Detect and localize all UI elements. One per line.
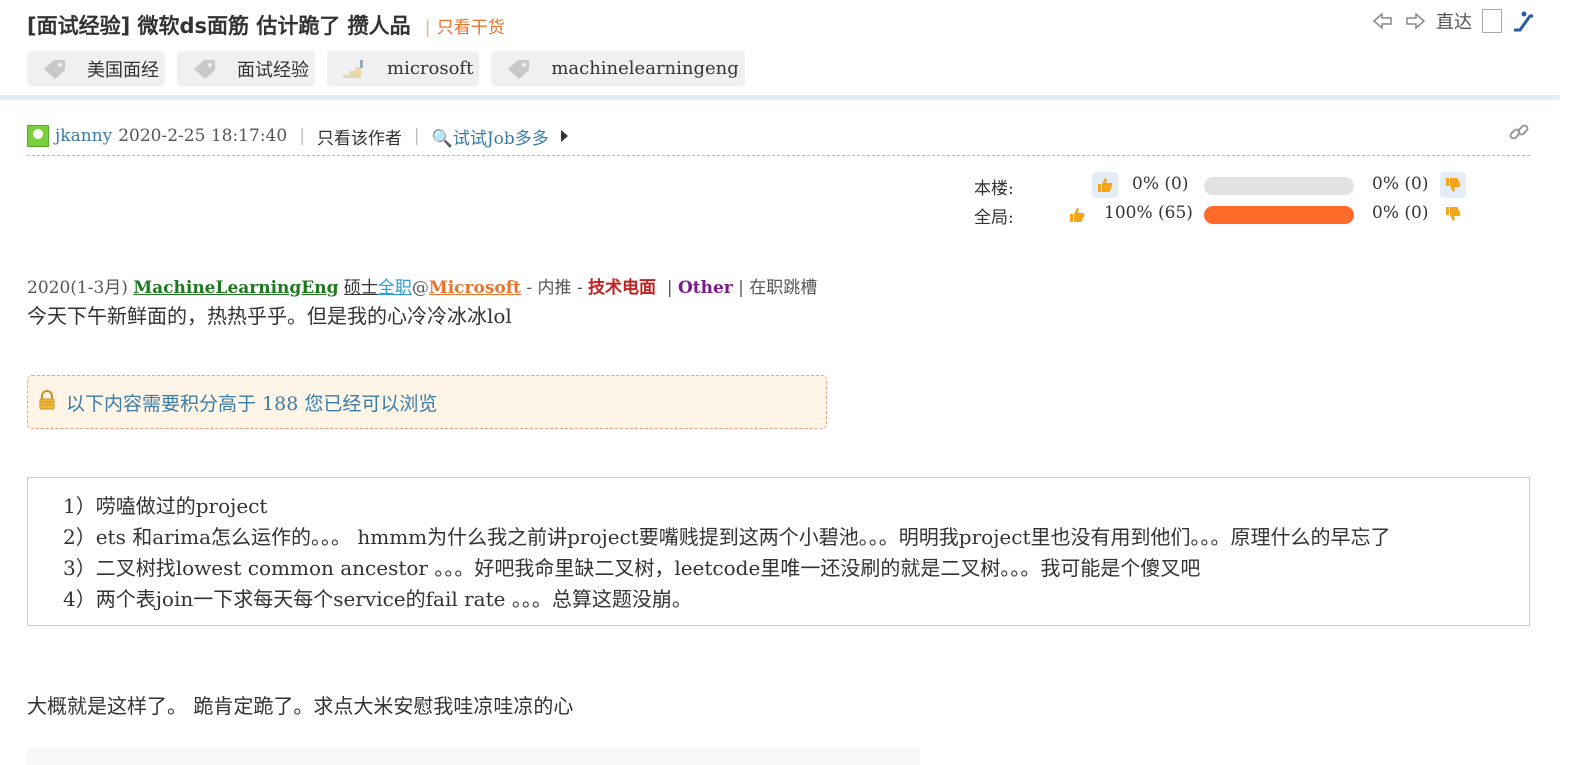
thread-nav: 直达 (1372, 8, 1534, 34)
tag-item[interactable]: 美国面经 (27, 51, 165, 86)
vote-ratio-fill (1204, 206, 1354, 224)
meta-category-link[interactable]: MachineLearningEng (133, 278, 338, 298)
tag-icon (41, 57, 69, 81)
vote-up-count: 100% (65) (1104, 203, 1193, 223)
prev-thread-arrow-icon[interactable] (1372, 10, 1394, 32)
thread-title-row: [面试经验] 微软ds面筋 估计跪了 攒人品 | 只看干货 (27, 10, 505, 40)
interview-questions-box: 1）唠嗑做过的project 2）ets 和arima怎么运作的。。。 hmmm… (27, 477, 1530, 626)
thread-title: [面试经验] 微软ds面筋 估计跪了 攒人品 (27, 14, 411, 38)
expand-triangle-icon[interactable] (560, 130, 568, 142)
author-name-link[interactable]: jkanny (55, 126, 112, 146)
thumbs-down-icon[interactable] (1440, 201, 1466, 227)
meta-referral: - 内推 - (526, 278, 583, 298)
bottom-panel (27, 748, 920, 765)
thumbs-up-icon[interactable] (1064, 202, 1090, 228)
vote-ratio-bar (1204, 177, 1354, 195)
thumbs-up-icon[interactable] (1092, 172, 1118, 198)
meta-at: @ (411, 278, 429, 298)
vote-up-count: 0% (0) (1132, 174, 1189, 194)
avatar[interactable] (27, 125, 49, 147)
meta-degree-link[interactable]: 硕士 (344, 278, 378, 298)
post-datetime: 2020-2-25 18:17:40 (118, 126, 288, 146)
post-author-row: jkanny 2020-2-25 18:17:40 | 只看该作者 | 🔍试试J… (27, 117, 1530, 156)
post-intro: 今天下午新鲜面的，热热乎乎。但是我的心冷冷冰冰lol (27, 304, 512, 328)
tag-item[interactable]: machinelearningeng (491, 51, 745, 86)
next-thread-arrow-icon[interactable] (1404, 10, 1426, 32)
escalator-icon[interactable] (1512, 10, 1534, 32)
tag-list: 美国面经 面试经验 microsoft machinelearningeng (27, 51, 745, 86)
vote-row-floor: 本楼: 0% (0) 0% (0) (974, 172, 1494, 201)
lock-icon (37, 389, 57, 415)
list-item: 4）两个表join一下求每天每个service的fail rate 。。。总算这… (63, 587, 692, 611)
list-item: 2）ets 和arima怎么运作的。。。 hmmm为什么我之前讲project要… (63, 525, 1391, 549)
tag-item[interactable]: microsoft (327, 51, 480, 86)
thumbs-down-icon[interactable] (1440, 172, 1466, 198)
list-item: 1）唠嗑做过的project (63, 494, 268, 518)
meta-other: Other (677, 278, 733, 298)
interview-meta: 2020(1-3月) MachineLearningEng 硕士全职@Micro… (27, 273, 817, 298)
vote-ratio-bar (1204, 206, 1354, 224)
only-author-link[interactable]: 只看该作者 (317, 124, 402, 149)
meta-company-link[interactable]: Microsoft (429, 278, 521, 298)
vote-label: 本楼: (974, 179, 1014, 199)
locked-content-notice: 以下内容需要积分高于 188 您已经可以浏览 (27, 375, 827, 429)
divider: | (299, 126, 305, 146)
tag-label: 美国面经 (87, 59, 159, 81)
jobs-link[interactable]: 🔍试试Job多多 (432, 124, 549, 149)
vote-down-count: 0% (0) (1372, 174, 1429, 194)
tag-label: 面试经验 (237, 59, 309, 81)
tag-icon (191, 57, 219, 81)
goto-floor-input[interactable] (1482, 9, 1502, 33)
only-good-link[interactable]: 只看干货 (437, 13, 505, 38)
header-divider (0, 95, 1560, 100)
meta-fulltime-link[interactable]: 全职 (378, 278, 412, 298)
vote-panel: 本楼: 0% (0) 0% (0) 全局: 100% (65) 0% (0) (974, 172, 1494, 230)
goto-label: 直达 (1436, 12, 1472, 33)
locked-notice-text: 以下内容需要积分高于 188 您已经可以浏览 (66, 392, 438, 415)
tag-label: microsoft (387, 58, 474, 79)
divider: | (413, 126, 420, 146)
tag-label: machinelearningeng (551, 58, 739, 79)
meta-status: | 在职跳槽 (738, 278, 818, 298)
vote-row-global: 全局: 100% (65) 0% (0) (974, 201, 1494, 230)
title-separator: | (424, 17, 431, 38)
post-outro: 大概就是这样了。 跪肯定跪了。求点大米安慰我哇凉哇凉的心 (27, 694, 574, 718)
tag-item[interactable]: 面试经验 (177, 51, 315, 86)
meta-bar: | (666, 278, 673, 298)
meta-interview-type: 技术电面 (588, 278, 657, 298)
list-item: 3）二叉树找lowest common ancestor 。。。好吧我命里缺二叉… (63, 556, 1201, 580)
tag-icon (505, 57, 533, 81)
meta-time: 2020(1-3月) (27, 278, 128, 298)
permalink-icon[interactable] (1508, 121, 1530, 148)
vote-label: 全局: (974, 208, 1014, 228)
vote-down-count: 0% (0) (1372, 203, 1429, 223)
stairs-icon (341, 57, 369, 81)
